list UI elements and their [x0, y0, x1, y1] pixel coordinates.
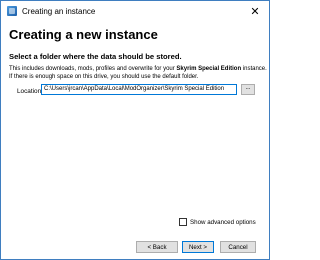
show-advanced-label[interactable]: Show advanced options	[190, 219, 256, 226]
back-button[interactable]: < Back	[136, 241, 178, 253]
cancel-button[interactable]: Cancel	[220, 241, 256, 253]
instance-wizard-window: Creating an instance ✕ Creating a new in…	[0, 0, 270, 260]
description-text-1: This includes downloads, mods, profiles …	[9, 66, 177, 72]
close-button[interactable]: ✕	[241, 1, 269, 21]
description-game-name: Skyrim Special Edition	[176, 66, 242, 72]
page-description: This includes downloads, mods, profiles …	[9, 65, 267, 81]
browse-button[interactable]: ...	[241, 84, 255, 95]
show-advanced-checkbox[interactable]	[179, 218, 187, 226]
location-label: Location	[17, 88, 42, 95]
wizard-header: Creating a new instance	[1, 21, 269, 43]
show-advanced-option[interactable]: Show advanced options	[179, 218, 256, 226]
wizard-content: Select a folder where the data should be…	[1, 43, 269, 259]
window-title: Creating an instance	[22, 6, 96, 16]
location-input[interactable]: C:\Users\jrcan\AppData\Local\ModOrganize…	[41, 84, 237, 95]
page-subheading: Select a folder where the data should be…	[9, 52, 182, 61]
title-bar[interactable]: Creating an instance ✕	[1, 1, 269, 21]
app-icon	[7, 6, 17, 16]
next-button[interactable]: Next >	[182, 241, 214, 253]
close-icon: ✕	[250, 5, 260, 18]
page-title: Creating a new instance	[9, 27, 158, 42]
